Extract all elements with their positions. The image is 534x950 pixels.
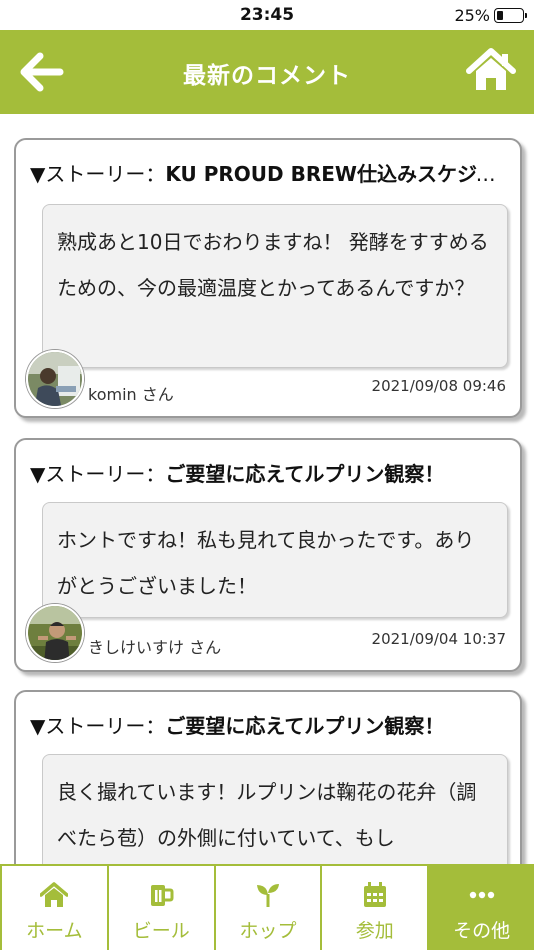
story-title[interactable]: ▼ストーリー：KU PROUD BREW仕込みスケジュール [30,158,506,187]
beer-mug-icon [151,885,174,906]
story-name: ご要望に応えてルプリン観察！ [165,714,445,738]
comment-author: komin さん [88,385,174,404]
tab-label: ビール [132,920,190,942]
comment-card[interactable]: ▼ストーリー：ご要望に応えてルプリン観察！ 良く撮れています！ルプリンは鞠花の花… [14,690,522,864]
comment-bubble: ホントですね！私も見れて良かったです。ありがとうございました！ [42,502,508,618]
story-prefix: ▼ストーリー： [30,714,166,738]
status-bar: 23:45 25% [0,0,534,30]
avatar[interactable] [26,350,84,408]
home-icon [40,882,69,907]
page-title: 最新のコメント [183,63,351,89]
story-title[interactable]: ▼ストーリー：ご要望に応えてルプリン観察！ [30,710,506,739]
story-prefix: ▼ストーリー： [30,162,166,186]
home-icon [466,48,516,90]
story-name: KU PROUD BREW仕込みスケジュール [165,162,506,186]
avatar-photo [28,352,82,406]
calendar-icon [363,882,386,907]
tab-join[interactable]: 参加 [320,866,427,950]
tab-more[interactable]: その他 [427,866,534,950]
home-button[interactable] [466,46,516,94]
battery-level [497,11,503,20]
comment-card[interactable]: ▼ストーリー：ご要望に応えてルプリン観察！ ホントですね！私も見れて良かったです… [14,438,522,672]
tab-beer[interactable]: ビール [106,866,214,950]
more-dots-icon [469,891,494,899]
tab-label: ホーム [26,920,83,942]
story-title[interactable]: ▼ストーリー：ご要望に応えてルプリン観察！ [30,458,506,487]
tab-home[interactable]: ホーム [0,866,107,950]
comment-feed[interactable]: ▼ストーリー：KU PROUD BREW仕込みスケジュール 熟成あと10日でおわ… [0,114,534,864]
tab-label: 参加 [355,920,394,942]
tab-label: その他 [453,920,511,942]
comment-card[interactable]: ▼ストーリー：KU PROUD BREW仕込みスケジュール 熟成あと10日でおわ… [14,138,522,418]
comment-date: 2021/09/08 09:46 [371,377,506,395]
battery-icon [494,8,527,23]
comment-author: きしけいすけ さん [88,638,222,657]
avatar[interactable] [26,604,84,662]
story-name: ご要望に応えてルプリン観察！ [165,462,445,486]
story-prefix: ▼ストーリー： [30,462,166,486]
battery-indicator: 25% [454,6,527,25]
app-header: 最新のコメント [0,30,534,114]
tab-hop[interactable]: ホップ [213,866,321,950]
tab-label: ホップ [239,920,297,942]
comment-bubble: 熟成あと10日でおわりますね！ 発酵をすすめるための、今の最適温度とかってあるん… [42,204,508,368]
bottom-tab-bar: ホーム ビール ホップ 参加 その他 [0,864,534,950]
comment-date: 2021/09/04 10:37 [371,630,506,648]
comment-bubble: 良く撮れています！ルプリンは鞠花の花弁（調べたら苞）の外側に付いていて、もし [42,754,508,864]
battery-percentage: 25% [454,6,490,25]
sprout-icon [256,884,279,907]
avatar-photo [28,606,82,660]
